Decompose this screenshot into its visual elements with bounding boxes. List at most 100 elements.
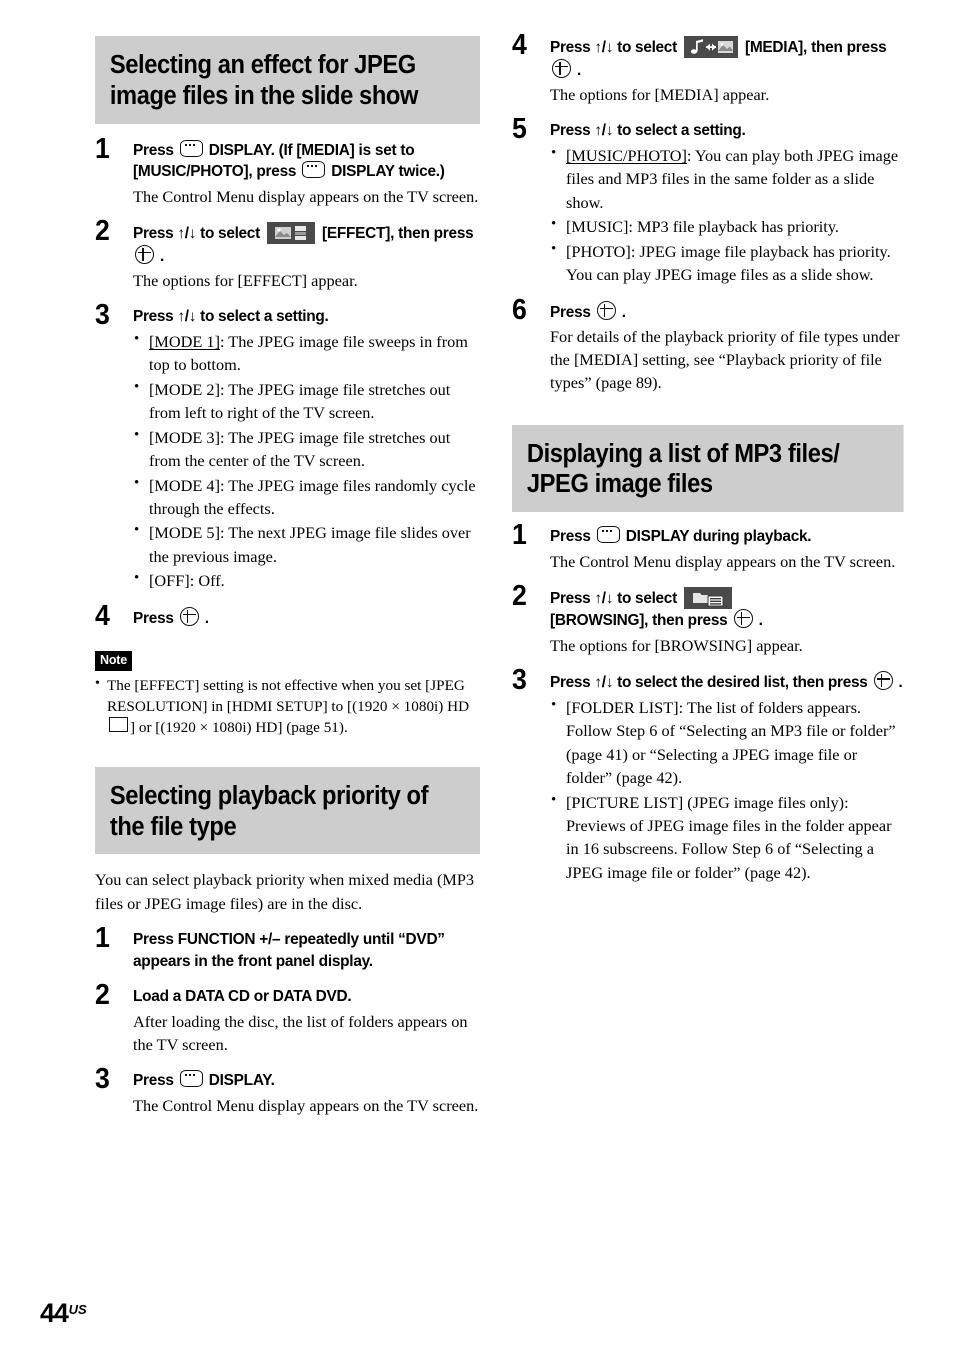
right-column: 4 Press ↑/↓ to select [MEDIA], then pres…	[512, 31, 904, 885]
step-text-b: [MEDIA], then press	[744, 39, 887, 56]
step-4: 4 Press ↑/↓ to select [MEDIA], then pres…	[512, 31, 904, 106]
step-number: 3	[512, 664, 527, 697]
note-text-b: ] or [(1920 × 1080i) HD] (page 51).	[130, 719, 348, 737]
list-item: [OFF]: Off.	[133, 568, 480, 592]
step-instruction: Press .	[133, 606, 480, 630]
step-text-a: Press ↑/↓ to select	[550, 39, 677, 56]
browsing-control-menu-icon	[683, 586, 732, 609]
display-remote-button-icon	[179, 139, 203, 157]
section-intro-paragraph: You can select playback priority when mi…	[95, 870, 475, 913]
step-5: 5 Press ↑/↓ to select a setting. [MUSIC/…	[512, 115, 904, 287]
step-instruction: Press ↑/↓ to select [EFFECT], then press…	[133, 221, 480, 267]
effect-options-list: [MODE 1]: The JPEG image file sweeps in …	[133, 329, 480, 593]
step-instruction: Press DISPLAY during playback.	[550, 526, 904, 548]
list-item: The [EFFECT] setting is not effective wh…	[95, 674, 480, 739]
step-number: 5	[512, 113, 527, 146]
step-text-b: [EFFECT], then press	[321, 224, 474, 242]
option-label: [MODE 1]	[149, 331, 220, 351]
step-number: 2	[95, 214, 110, 247]
step-instruction: Load a DATA CD or DATA DVD.	[133, 988, 352, 1006]
list-item: [FOLDER LIST]: The list of folders appea…	[550, 695, 904, 790]
step-3: 3 Press DISPLAY. The Control Menu displa…	[95, 1065, 480, 1117]
enter-button-icon	[135, 244, 154, 264]
display-remote-button-icon	[179, 1070, 203, 1088]
step-3: 3 Press ↑/↓ to select the desired list, …	[512, 666, 904, 885]
enter-button-icon	[873, 671, 893, 691]
step-description: The options for [BROWSING] appear.	[550, 636, 803, 656]
step-1: 1 Press FUNCTION +/– repeatedly until “D…	[95, 924, 480, 972]
page-folio: 44US	[40, 1298, 87, 1329]
step-text-c: DISPLAY twice.)	[331, 163, 445, 181]
step-instruction: Press ↑/↓ to select [MEDIA], then press …	[550, 36, 904, 81]
page-region: US	[68, 1302, 87, 1317]
enter-button-icon	[733, 609, 753, 629]
option-label: [MODE 4]	[149, 475, 220, 495]
display-remote-button-icon	[596, 526, 620, 544]
manual-page: Selecting an effect for JPEG image files…	[0, 0, 954, 1352]
step-instruction: Press ↑/↓ to select a setting.	[133, 308, 329, 326]
option-label: [MODE 5]	[149, 523, 220, 543]
page-number: 44	[40, 1298, 69, 1328]
step-text-c: .	[758, 612, 763, 630]
list-item: [MODE 3]: The JPEG image file stretches …	[133, 425, 480, 473]
step-instruction: Press DISPLAY. (If [MEDIA] is set to [MU…	[133, 139, 480, 183]
step-2: 2 Press ↑/↓ to select [EFFECT], then pre…	[95, 216, 480, 292]
option-label: [MODE 2]	[149, 379, 220, 399]
step-4: 4 Press .	[95, 601, 480, 630]
option-text: : MP3 file playback has priority.	[628, 217, 839, 237]
step-3: 3 Press ↑/↓ to select a setting. [MODE 1…	[95, 301, 480, 593]
section-heading-displaying-list: Displaying a list of MP3 files/ JPEG ima…	[512, 424, 904, 513]
hdmi-resolution-square-icon	[109, 717, 128, 733]
media-control-menu-icon	[683, 36, 738, 58]
list-item: [MUSIC/PHOTO]: You can play both JPEG im…	[550, 143, 904, 214]
step-instruction: Press ↑/↓ to select [BROWSING], then pre…	[550, 586, 904, 632]
enter-button-icon	[596, 300, 616, 320]
option-label: [PICTURE LIST]	[566, 792, 684, 812]
step-text-a: Press ↑/↓ to select	[550, 589, 677, 607]
step-number: 1	[95, 922, 110, 955]
step-number: 1	[95, 132, 110, 165]
section-heading-selecting-effect: Selecting an effect for JPEG image files…	[95, 36, 480, 124]
list-item: [MODE 5]: The next JPEG image file slide…	[133, 520, 480, 568]
note-list: The [EFFECT] setting is not effective wh…	[95, 674, 480, 739]
step-6: 6 Press . For details of the playback pr…	[512, 295, 904, 395]
step-description: After loading the disc, the list of fold…	[133, 1011, 468, 1055]
step-description: For details of the playback priority of …	[550, 327, 900, 393]
step-text-c: .	[577, 61, 582, 79]
step-2: 2 Press ↑/↓ to select [BROWSING], then p…	[512, 581, 904, 657]
option-label: [MUSIC/PHOTO]	[566, 145, 687, 165]
list-item: [PICTURE LIST] (JPEG image files only): …	[550, 790, 904, 885]
display-remote-button-icon	[302, 161, 326, 179]
step-instruction: Press ↑/↓ to select a setting.	[550, 122, 746, 140]
step-text-c: DISPLAY.	[208, 1072, 275, 1090]
step-description: The Control Menu display appears on the …	[550, 551, 896, 571]
step-text-a: Press	[133, 141, 174, 159]
list-item: [MODE 2]: The JPEG image file stretches …	[133, 377, 480, 425]
effect-control-menu-icon	[266, 221, 315, 244]
step-description: The Control Menu display appears on the …	[133, 1095, 479, 1115]
left-column: Selecting an effect for JPEG image files…	[95, 36, 480, 1117]
media-options-list: [MUSIC/PHOTO]: You can play both JPEG im…	[550, 143, 904, 287]
list-item: [MODE 1]: The JPEG image file sweeps in …	[133, 329, 480, 377]
step-text-c: .	[204, 609, 209, 627]
option-label: [MUSIC]	[566, 217, 629, 237]
list-item: [MUSIC]: MP3 file playback has priority.	[550, 214, 904, 238]
option-label: [MODE 3]	[149, 427, 220, 447]
step-text-a: Press	[550, 528, 591, 546]
step-number: 1	[512, 519, 527, 552]
step-number: 4	[95, 599, 110, 632]
step-2: 2 Load a DATA CD or DATA DVD. After load…	[95, 981, 480, 1056]
option-label: [PHOTO]	[566, 241, 631, 261]
step-text-a: Press	[133, 609, 174, 627]
enter-button-icon	[179, 606, 199, 626]
step-1: 1 Press DISPLAY during playback. The Con…	[512, 521, 904, 573]
step-number: 2	[512, 579, 527, 612]
step-text-c: .	[160, 247, 165, 265]
step-description: The options for [MEDIA] appear.	[550, 85, 770, 105]
step-text-b: [BROWSING], then press	[550, 612, 728, 630]
option-label: [FOLDER LIST]	[566, 697, 679, 717]
step-instruction: Press ↑/↓ to select the desired list, th…	[550, 671, 904, 694]
step-instruction: Press FUNCTION +/– repeatedly until “DVD…	[133, 931, 445, 970]
step-text-a: Press	[133, 1072, 174, 1090]
note-text-a: The [EFFECT] setting is not effective wh…	[107, 676, 470, 716]
